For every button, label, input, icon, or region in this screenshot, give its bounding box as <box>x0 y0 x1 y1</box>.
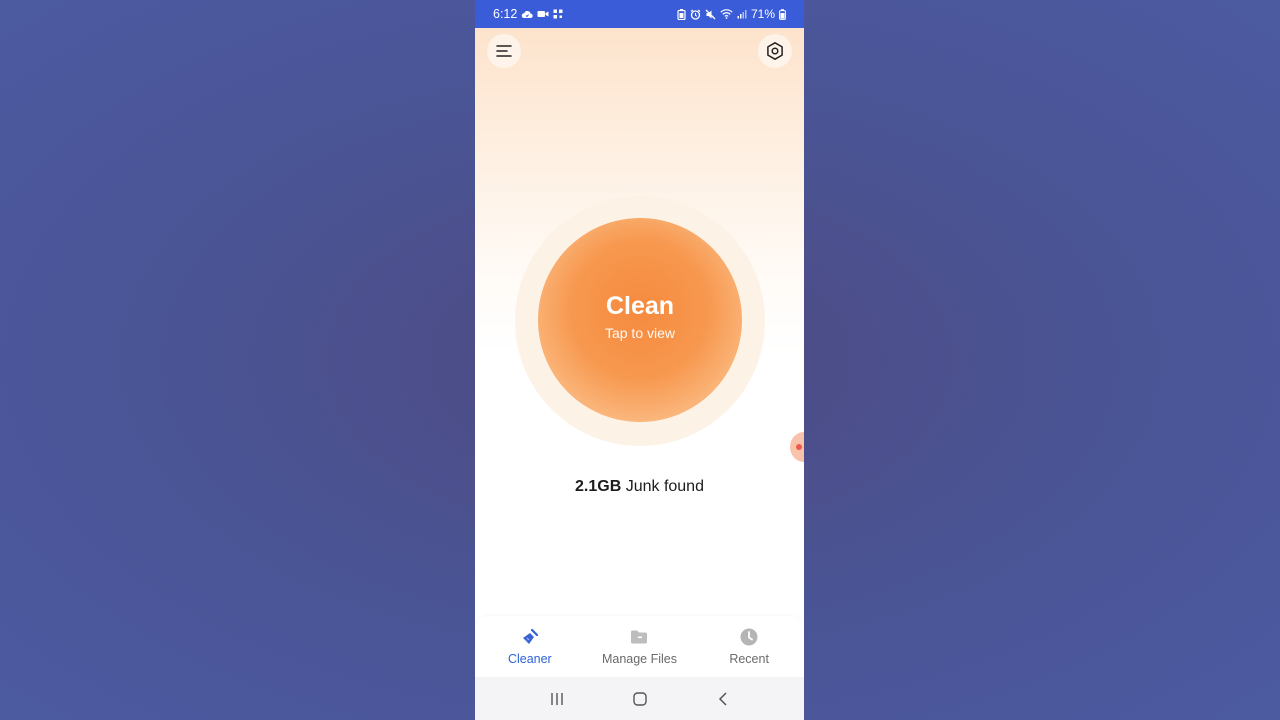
system-navigation-bar <box>475 677 804 720</box>
home-button[interactable] <box>625 684 655 714</box>
video-camera-icon <box>537 11 549 17</box>
nav-cleaner[interactable]: Cleaner <box>480 627 580 666</box>
clean-subtitle: Tap to view <box>604 324 676 341</box>
back-icon <box>718 691 727 706</box>
status-right-icons: 71% <box>677 7 786 21</box>
mute-icon <box>705 9 716 19</box>
clean-title: Clean <box>605 291 675 320</box>
settings-button[interactable] <box>758 34 792 68</box>
home-icon <box>632 691 647 706</box>
phone-screen: 6:12 71% Clean Tap to view 2.1GB Junk fo… <box>475 0 804 720</box>
cloud-sync-icon <box>522 10 534 18</box>
status-time: 6:12 <box>493 7 518 21</box>
nav-manage-files-label: Manage Files <box>601 652 677 666</box>
wifi-icon <box>720 9 733 19</box>
notification-dot <box>796 444 802 450</box>
broom-icon <box>520 627 540 647</box>
battery-percent: 71% <box>750 7 775 21</box>
junk-label: Junk found <box>621 478 704 495</box>
recent-apps-icon <box>550 692 563 705</box>
signal-icon <box>737 10 747 19</box>
nav-recent[interactable]: Recent <box>699 627 799 666</box>
junk-summary: 2.1GB Junk found <box>475 478 804 496</box>
back-button[interactable] <box>708 684 738 714</box>
clean-button[interactable]: Clean Tap to view <box>538 218 742 422</box>
clock-icon <box>739 627 759 647</box>
nav-recent-label: Recent <box>729 652 769 666</box>
qr-scan-icon <box>553 9 563 19</box>
recent-apps-button[interactable] <box>542 684 572 714</box>
status-left-icons <box>521 9 563 20</box>
menu-icon <box>496 45 512 57</box>
alarm-icon <box>690 9 701 20</box>
folder-icon <box>629 627 649 647</box>
bottom-navigation: Cleaner Manage Files Recent <box>475 616 804 677</box>
junk-size: 2.1GB <box>575 478 622 495</box>
menu-button[interactable] <box>487 34 521 68</box>
battery-saver-icon <box>677 8 686 20</box>
nav-cleaner-label: Cleaner <box>507 652 552 666</box>
nav-manage-files[interactable]: Manage Files <box>589 627 689 666</box>
settings-hex-icon <box>767 42 783 60</box>
battery-icon <box>779 8 786 20</box>
status-bar: 6:12 71% <box>475 0 804 28</box>
